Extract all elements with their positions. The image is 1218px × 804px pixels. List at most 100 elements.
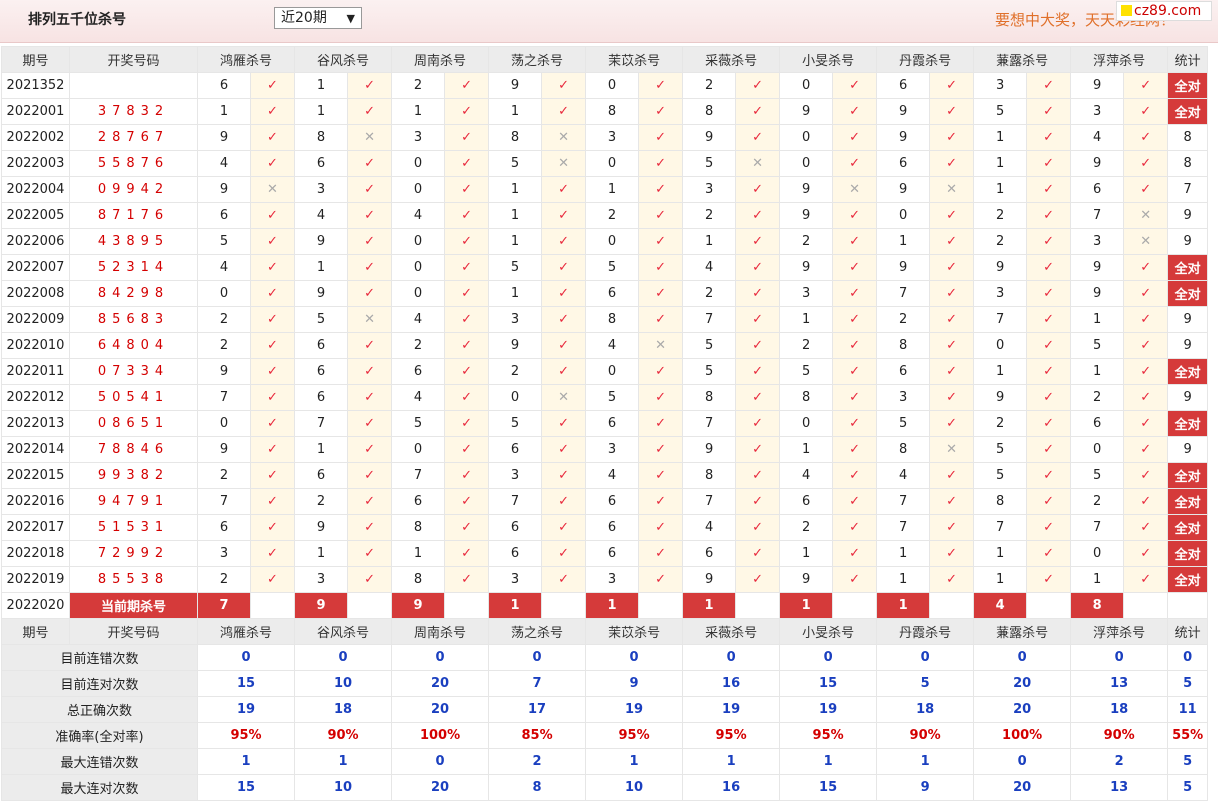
check-mark-icon: ✓ [347,566,393,593]
stat-cell: 全对 [1167,72,1209,99]
check-mark-icon: ✓ [735,98,781,125]
kill-number-cell: 7 [1070,202,1125,229]
check-mark-icon: ✓ [638,540,684,567]
check-mark-icon: ✓ [541,436,587,463]
kill-number-cell: 6 [488,540,543,567]
check-mark-icon: ✓ [444,566,490,593]
kill-number-cell: 4 [294,202,349,229]
check-mark-icon: ✓ [638,306,684,333]
kill-number-cell: 3 [391,124,446,151]
issue-cell: 2022015 [1,462,70,489]
table-row: 2022004 09942 9 ✕ 3 ✓ 0 ✓ 1 ✓ 1 ✓ 3 ✓ 9 ✕ 9 ✕ 1 ✓ 6 ✓ 7 [1,176,1209,203]
stats-total: 0 [1167,644,1209,671]
check-mark-icon: ✓ [249,566,296,593]
kill-number-cell: 8 [391,514,446,541]
cross-mark-icon: ✕ [638,332,684,359]
check-mark-icon: ✓ [735,124,781,151]
draw-number-cell: 55876 [69,150,198,177]
check-mark-icon: ✓ [1123,566,1169,593]
kill-number-cell: 9 [197,436,251,463]
issue-cell: 2022007 [1,254,70,281]
kill-number-cell: 4 [682,254,737,281]
column-header: 鸿雁杀号 [196,618,296,645]
stats-value: 0 [779,644,878,671]
kill-number-cell: 1 [973,566,1028,593]
check-mark-icon: ✓ [638,150,684,177]
check-mark-icon: ✓ [1026,410,1072,437]
check-mark-icon: ✓ [638,514,684,541]
site-logo[interactable]: cz89.com [1116,1,1212,21]
check-mark-icon: ✓ [347,436,393,463]
stats-value: 85% [488,722,587,749]
draw-number-cell: 85538 [69,566,198,593]
stat-cell: 全对 [1167,566,1209,593]
stat-cell: 全对 [1167,98,1209,125]
check-mark-icon: ✓ [638,436,684,463]
issue-cell: 2022001 [1,98,70,125]
check-mark-icon: ✓ [638,72,684,99]
stats-value: 95% [779,722,878,749]
column-header: 蒹露杀号 [973,618,1072,645]
stat-cell: 全对 [1167,488,1209,515]
kill-number-cell: 0 [779,410,834,437]
draw-number-cell: 07334 [69,358,198,385]
stats-value: 0 [196,644,296,671]
stats-value: 0 [585,644,684,671]
stats-value: 18 [1070,696,1169,723]
kill-number-cell: 6 [876,358,931,385]
check-mark-icon: ✓ [1026,306,1072,333]
issue-cell: 2022002 [1,124,70,151]
check-mark-icon: ✓ [832,566,878,593]
check-mark-icon: ✓ [735,358,781,385]
kill-number-cell: 9 [973,384,1028,411]
stats-value: 16 [682,774,781,801]
kill-number-cell: 9 [197,124,251,151]
empty-cell [444,592,490,619]
check-mark-icon: ✓ [638,202,684,229]
kill-number-cell: 2 [876,306,931,333]
kill-number-cell: 5 [973,436,1028,463]
check-mark-icon: ✓ [249,410,296,437]
stats-value: 20 [391,696,490,723]
stats-row: 总正确次数 19 18 20 17 19 19 19 18 20 18 11 [1,696,1209,723]
issue-cell: 2022005 [1,202,70,229]
kill-number-cell: 6 [391,358,446,385]
column-header: 荡之杀号 [488,618,587,645]
check-mark-icon: ✓ [638,176,684,203]
kill-number-cell: 5 [585,254,640,281]
kill-number-cell: 5 [488,410,543,437]
check-mark-icon: ✓ [1026,436,1072,463]
check-mark-icon: ✓ [1026,228,1072,255]
stat-cell: 7 [1167,176,1209,203]
kill-number-cell: 3 [488,462,543,489]
kill-number-cell: 9 [779,566,834,593]
check-mark-icon: ✓ [638,384,684,411]
table-row: 2022010 64804 2 ✓ 6 ✓ 2 ✓ 9 ✓ 4 ✕ 5 ✓ 2 ✓ 8 ✓ 0 ✓ 5 ✓ 9 [1,332,1209,359]
column-header: 周南杀号 [391,618,490,645]
kill-number-cell: 4 [1070,124,1125,151]
column-header: 浮萍杀号 [1070,46,1169,73]
check-mark-icon: ✓ [444,514,490,541]
stat-cell: 全对 [1167,280,1209,307]
period-select[interactable]: 近20期 ▼ [274,7,362,29]
check-mark-icon: ✓ [929,124,975,151]
draw-number-cell: 78846 [69,436,198,463]
check-mark-icon: ✓ [347,384,393,411]
column-header: 谷风杀号 [294,618,393,645]
draw-number-cell: 85683 [69,306,198,333]
check-mark-icon: ✓ [444,150,490,177]
table-row: 2022016 94791 7 ✓ 2 ✓ 6 ✓ 7 ✓ 6 ✓ 7 ✓ 6 ✓ 7 ✓ 8 ✓ 2 ✓ 全对 [1,488,1209,515]
stats-value: 0 [876,644,975,671]
check-mark-icon: ✓ [347,228,393,255]
kill-number-cell: 0 [779,124,834,151]
draw-number-cell: 64804 [69,332,198,359]
check-mark-icon: ✓ [832,358,878,385]
check-mark-icon: ✓ [929,514,975,541]
check-mark-icon: ✓ [929,410,975,437]
kill-number-cell: 0 [779,150,834,177]
column-header: 鸿雁杀号 [196,46,296,73]
empty-cell [1026,592,1072,619]
check-mark-icon: ✓ [735,202,781,229]
check-mark-icon: ✓ [638,228,684,255]
kill-number-cell: 6 [585,410,640,437]
